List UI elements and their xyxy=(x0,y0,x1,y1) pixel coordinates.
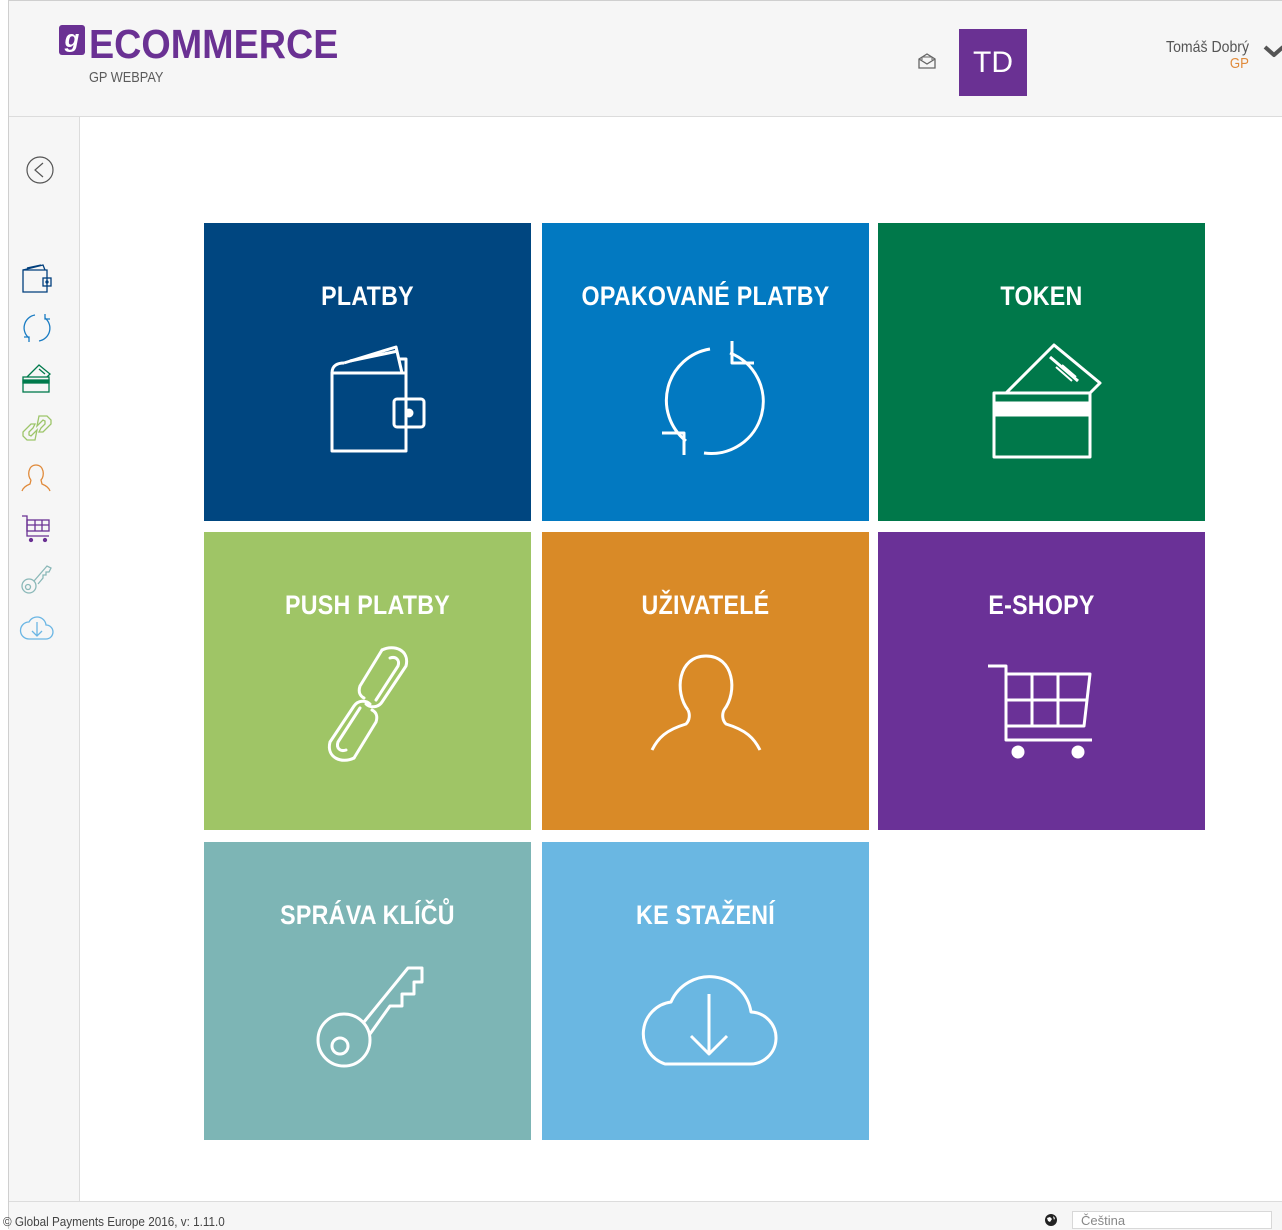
sidebar-item-ke-stazeni[interactable] xyxy=(19,610,55,646)
avatar[interactable]: TD xyxy=(959,29,1027,96)
cloud-download-icon xyxy=(641,975,777,1066)
sidebar xyxy=(9,117,80,1201)
logo[interactable]: g ECOMMERCE xyxy=(59,21,360,67)
tile-title: PUSH PLATBY xyxy=(285,590,450,620)
sidebar-item-e-shopy[interactable] xyxy=(19,510,55,546)
dashboard: PLATBY OPAKOVANÉ PLATBY TOKEN PUSH PLATB… xyxy=(80,117,1282,1201)
sidebar-item-platby[interactable] xyxy=(19,260,55,296)
wallet-icon xyxy=(330,345,425,453)
top-header: g ECOMMERCE GP WEBPAY TD Tomáš Dobrý GP xyxy=(9,1,1282,117)
sidebar-item-uzivatele[interactable] xyxy=(19,460,55,496)
tile-title: UŽIVATELÉ xyxy=(641,590,770,620)
user-icon xyxy=(650,654,761,751)
sidebar-item-token[interactable] xyxy=(19,360,55,396)
sidebar-item-opakovane-platby[interactable] xyxy=(19,310,55,346)
tile-push-platby[interactable]: PUSH PLATBY xyxy=(204,532,531,830)
tile-title: SPRÁVA KLÍČŮ xyxy=(280,900,455,930)
user-organization: GP xyxy=(1229,55,1249,72)
logo-text: ECOMMERCE xyxy=(89,21,339,67)
user-menu[interactable]: Tomáš Dobrý GP xyxy=(1139,39,1249,72)
refresh-icon xyxy=(661,341,765,455)
logo-mark: g xyxy=(59,25,85,55)
key-icon xyxy=(316,966,423,1068)
tile-title: PLATBY xyxy=(321,281,414,311)
tile-title: TOKEN xyxy=(1000,281,1083,311)
card-icon xyxy=(992,343,1101,459)
tile-e-shopy[interactable]: E-SHOPY xyxy=(878,532,1205,830)
collapse-sidebar-button[interactable] xyxy=(25,155,55,185)
chevron-down-icon[interactable] xyxy=(1263,43,1282,59)
mail-icon[interactable] xyxy=(917,51,937,71)
tile-sprava-klicu[interactable]: SPRÁVA KLÍČŮ xyxy=(204,842,531,1140)
tile-uzivatele[interactable]: UŽIVATELÉ xyxy=(542,532,869,830)
link-icon xyxy=(327,646,408,762)
copyright: © Global Payments Europe 2016, v: 1.11.0 xyxy=(3,1214,225,1229)
cart-icon xyxy=(987,664,1092,759)
tile-opakovane-platby[interactable]: OPAKOVANÉ PLATBY xyxy=(542,223,869,521)
globe-icon xyxy=(1045,1214,1057,1226)
tile-title: E-SHOPY xyxy=(988,590,1095,620)
logo-subtitle: GP WEBPAY xyxy=(89,69,164,86)
tile-ke-stazeni[interactable]: KE STAŽENÍ xyxy=(542,842,869,1140)
sidebar-item-sprava-klicu[interactable] xyxy=(19,560,55,596)
tile-platby[interactable]: PLATBY xyxy=(204,223,531,521)
tile-title: KE STAŽENÍ xyxy=(636,900,775,930)
sidebar-item-push-platby[interactable] xyxy=(19,410,55,446)
language-switcher[interactable]: Čeština xyxy=(1044,1211,1272,1229)
footer: © Global Payments Europe 2016, v: 1.11.0… xyxy=(3,1201,1282,1230)
tile-token[interactable]: TOKEN xyxy=(878,223,1205,521)
language-select[interactable]: Čeština xyxy=(1072,1211,1272,1229)
tile-title: OPAKOVANÉ PLATBY xyxy=(581,281,830,311)
